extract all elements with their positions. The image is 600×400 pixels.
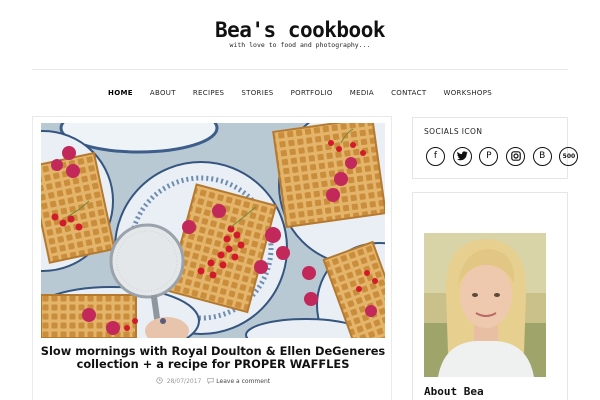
post-title-line-1[interactable]: Slow mornings with Royal Doulton & Ellen… [41,344,385,358]
blogger-icon[interactable]: B [532,147,552,166]
leave-comment-link[interactable]: Leave a comment [207,378,270,385]
about-widget: About Bea [412,192,568,400]
twitter-icon[interactable] [452,147,472,166]
site-header: Bea's cookbook with love to food and pho… [0,0,600,70]
leave-comment-label[interactable]: Leave a comment [216,378,270,385]
nav-item-home[interactable]: HOME [108,86,133,100]
about-title: About Bea [424,385,484,398]
facebook-icon[interactable]: f [426,147,445,166]
about-portrait-photo [424,233,546,377]
site-tagline: with love to food and photography... [229,41,371,49]
comment-icon [207,377,214,386]
clock-icon [156,377,163,386]
nav-item-stories[interactable]: STORIES [241,86,273,100]
pinterest-icon[interactable]: P [479,147,499,166]
post-date: 28/07/2017 [166,378,202,385]
instagram-icon[interactable] [506,147,526,166]
main-nav: HOME ABOUT RECIPES STORIES PORTFOLIO MED… [0,80,600,97]
nav-item-contact[interactable]: CONTACT [391,86,426,100]
post-title-line-2[interactable]: collection + a recipe for PROPER WAFFLES [77,357,350,371]
social-icons: f P B 500 [426,147,581,166]
post-title[interactable]: Slow mornings with Royal Doulton & Ellen… [37,345,389,371]
post-card: Slow mornings with Royal Doulton & Ellen… [32,116,392,400]
nav-item-portfolio[interactable]: PORTFOLIO [291,86,333,100]
nav-item-media[interactable]: MEDIA [350,86,374,100]
post-featured-image[interactable] [41,123,385,338]
site-title[interactable]: Bea's cookbook [0,18,600,42]
post-meta: 28/07/2017 Leave a comment [33,377,393,386]
500px-icon[interactable]: 500 [559,147,579,166]
nav-item-workshops[interactable]: WORKSHOPS [444,86,492,100]
header-divider [32,69,568,70]
nav-item-about[interactable]: ABOUT [150,86,176,100]
nav-item-recipes[interactable]: RECIPES [193,86,224,100]
socials-widget: SOCIALS ICON f P B 500 [412,117,579,179]
socials-widget-title: SOCIALS ICON [424,127,483,136]
